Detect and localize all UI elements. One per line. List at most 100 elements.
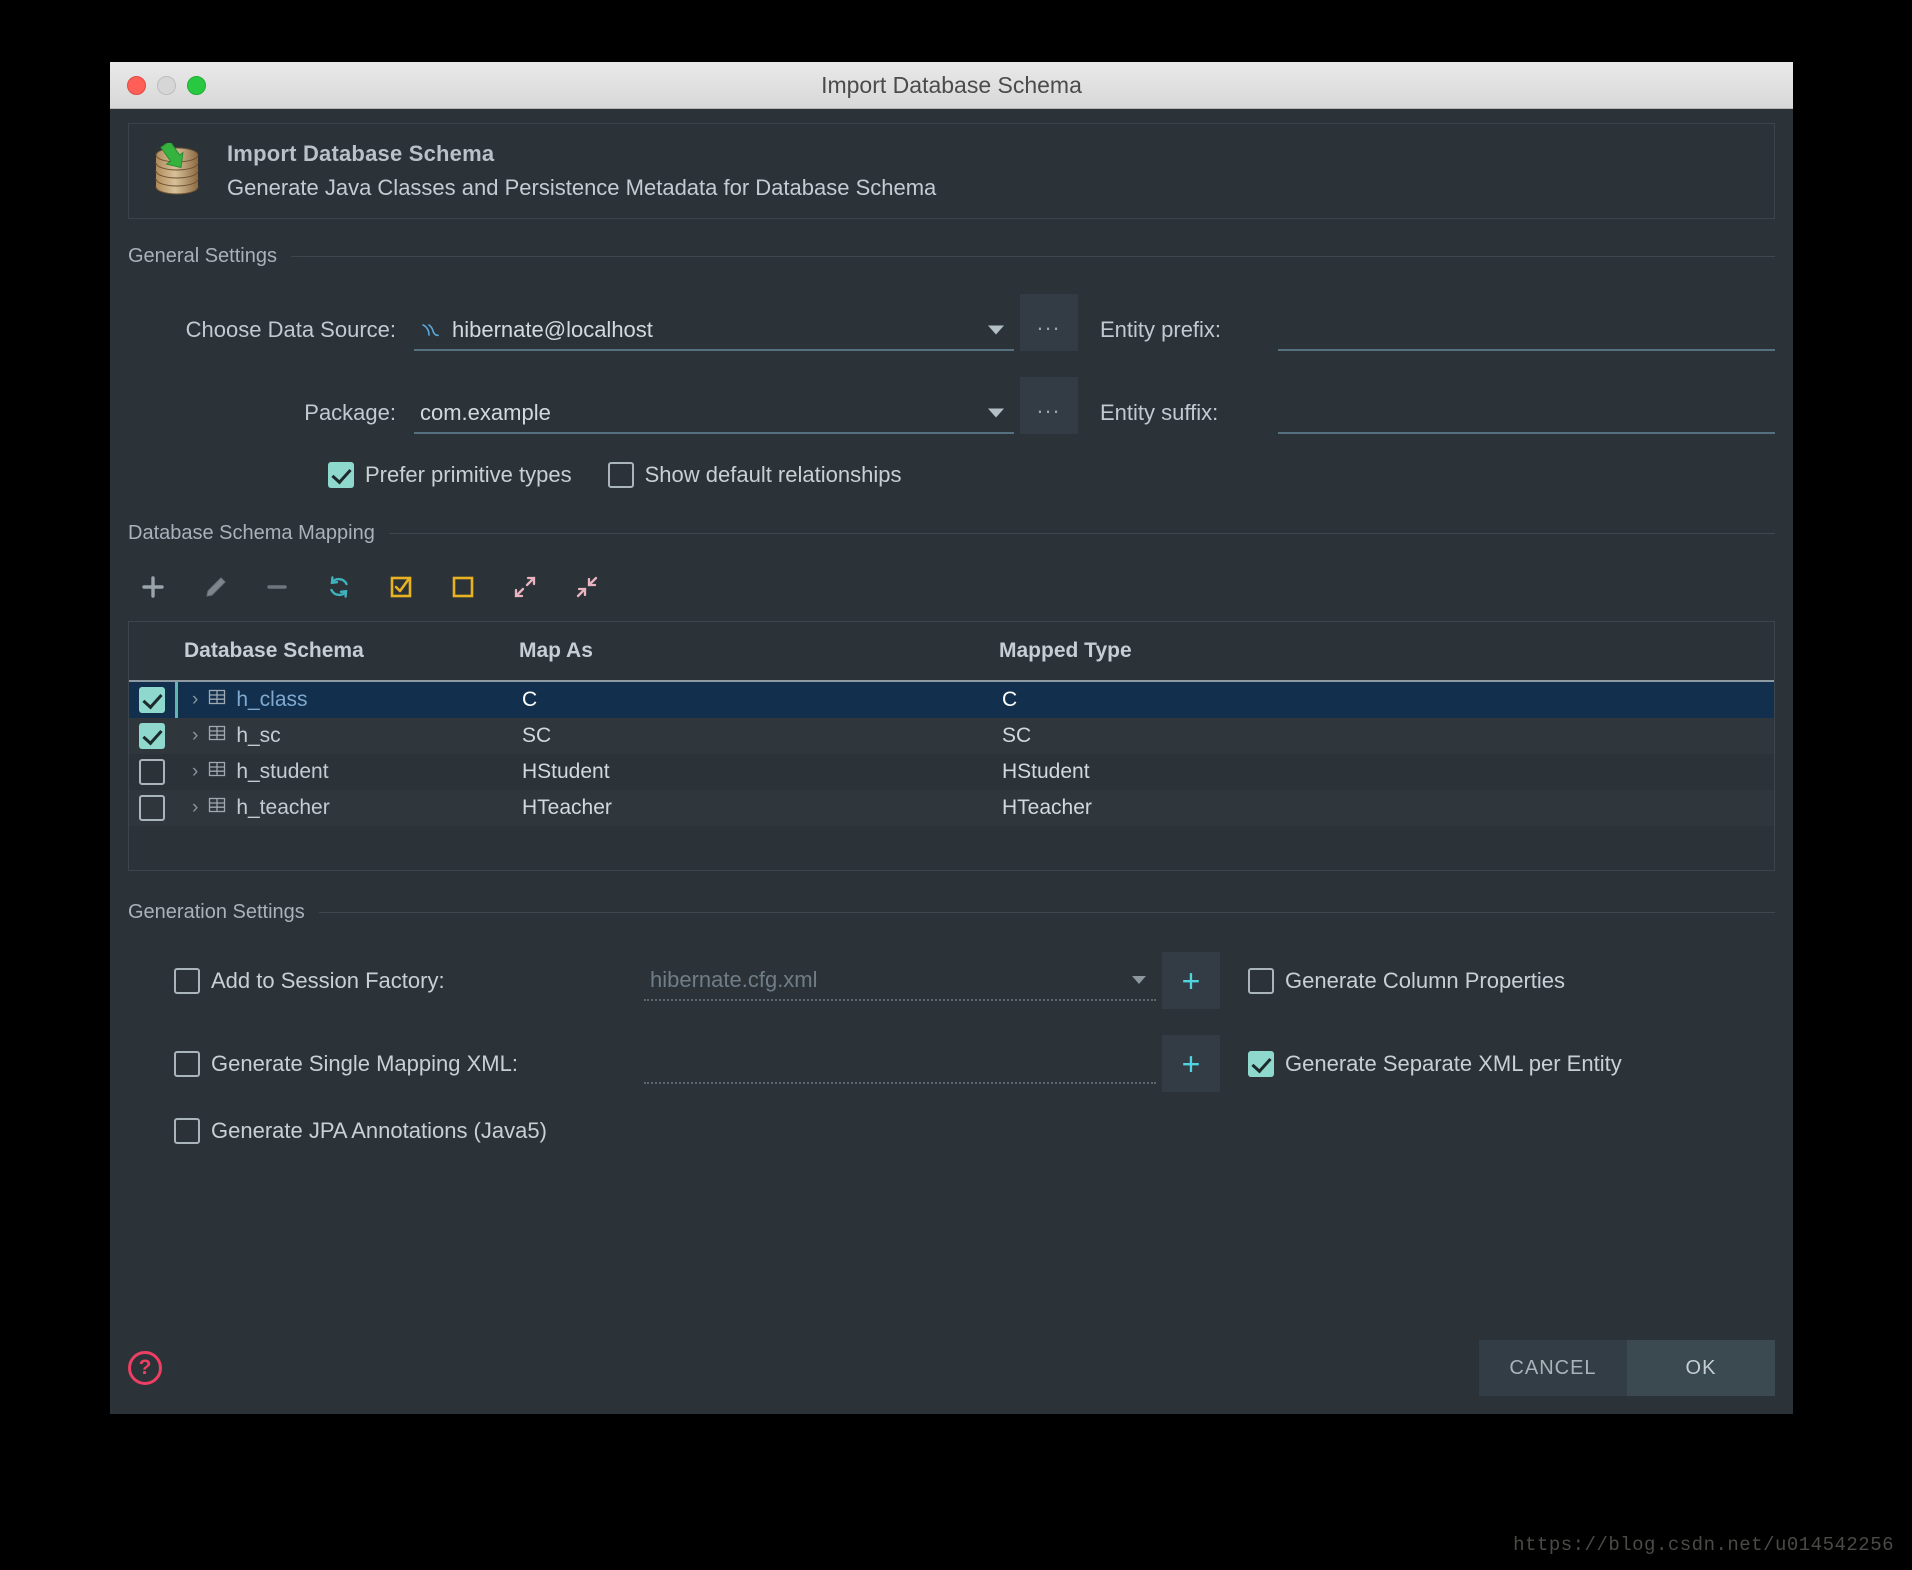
entity-prefix-input[interactable] [1278, 311, 1775, 351]
add-to-session-factory-checkbox[interactable]: Add to Session Factory: [174, 967, 644, 994]
entity-prefix-label: Entity prefix: [1100, 317, 1222, 342]
generate-jpa-annotations-checkbox[interactable]: Generate JPA Annotations (Java5) [174, 1118, 547, 1144]
generation-settings-header: Generation Settings [128, 901, 1775, 924]
package-browse-button[interactable]: ... [1020, 377, 1078, 434]
checkbox-checked-icon [139, 723, 165, 749]
dialog-content: Import Database Schema Generate Java Cla… [110, 109, 1793, 1414]
prefer-primitive-types-checkbox[interactable]: Prefer primitive types [328, 462, 572, 488]
entity-suffix-input[interactable] [1278, 394, 1775, 434]
section-divider [318, 912, 1775, 913]
expand-all-icon[interactable] [508, 570, 542, 604]
column-header-mapped-type[interactable]: Mapped Type [999, 639, 1774, 663]
checkbox-unchecked-icon [174, 1050, 200, 1077]
add-icon[interactable] [136, 570, 170, 604]
general-checkbox-row: Prefer primitive types Show default rela… [128, 462, 1775, 488]
schema-table: Database Schema Map As Mapped Type › h_c… [128, 621, 1775, 871]
show-default-relationships-label: Show default relationships [644, 462, 902, 487]
single-mapping-xml-add-button[interactable]: + [1162, 1035, 1220, 1092]
row-map-as: SC [522, 724, 552, 747]
minimize-button[interactable] [157, 75, 176, 95]
help-icon[interactable]: ? [128, 1351, 162, 1385]
refresh-icon[interactable] [322, 570, 356, 604]
dialog-window: Import Database Schema Import Database S… [110, 62, 1793, 1414]
package-select[interactable]: com.example [414, 394, 1014, 434]
row-mapped-type: HTeacher [1002, 796, 1092, 819]
jpa-annotations-row: Generate JPA Annotations (Java5) [128, 1118, 1775, 1144]
chevron-right-icon[interactable]: › [192, 761, 198, 783]
checkbox-unchecked-icon [139, 795, 165, 821]
ok-button[interactable]: OK [1627, 1340, 1775, 1396]
edit-pencil-icon[interactable] [198, 570, 232, 604]
close-button[interactable] [127, 75, 146, 95]
row-checkbox[interactable] [129, 759, 175, 785]
package-row: Package: com.example ... Entity suffix: [128, 377, 1775, 434]
single-mapping-xml-row: Generate Single Mapping XML: + Generate … [128, 1035, 1775, 1092]
chevron-down-icon [1132, 975, 1146, 984]
table-grid-icon [207, 759, 227, 785]
row-map-as: HStudent [522, 760, 610, 783]
session-factory-select[interactable]: hibernate.cfg.xml [644, 961, 1156, 1001]
row-schema-cell: › h_sc [178, 723, 522, 749]
table-grid-icon [207, 795, 227, 821]
dialog-banner: Import Database Schema Generate Java Cla… [128, 123, 1775, 219]
checkbox-unchecked-icon [174, 967, 200, 994]
row-checkbox[interactable] [129, 723, 175, 749]
chevron-right-icon[interactable]: › [192, 689, 198, 711]
generate-single-mapping-xml-label: Generate Single Mapping XML: [211, 1050, 518, 1076]
row-schema-name: h_student [236, 760, 329, 783]
chevron-right-icon[interactable]: › [192, 725, 198, 747]
general-settings-section: General Settings Choose Data Source: hib… [128, 245, 1775, 488]
session-factory-add-button[interactable]: + [1162, 952, 1220, 1009]
checkbox-checked-icon [328, 462, 354, 488]
row-map-as: C [522, 688, 538, 711]
window-title: Import Database Schema [821, 71, 1082, 98]
row-schema-cell: › h_student [178, 759, 522, 785]
row-map-as: HTeacher [522, 796, 612, 819]
remove-icon[interactable] [260, 570, 294, 604]
column-header-map-as[interactable]: Map As [519, 639, 999, 663]
collapse-all-icon[interactable] [570, 570, 604, 604]
row-checkbox[interactable] [129, 687, 175, 713]
table-row[interactable]: › h_sc SC SC [129, 718, 1774, 754]
show-default-relationships-checkbox[interactable]: Show default relationships [607, 462, 902, 488]
chevron-right-icon[interactable]: › [192, 797, 198, 819]
banner-title: Import Database Schema [227, 141, 495, 166]
generate-separate-xml-per-entity-checkbox[interactable]: Generate Separate XML per Entity [1248, 1050, 1622, 1077]
section-divider [388, 533, 1775, 534]
chevron-down-icon [988, 408, 1004, 418]
table-row[interactable]: › h_class C C [129, 682, 1774, 718]
generate-column-properties-checkbox[interactable]: Generate Column Properties [1248, 967, 1566, 994]
general-settings-header: General Settings [128, 245, 1775, 268]
row-mapped-type: C [1002, 688, 1018, 711]
general-settings-label: General Settings [128, 245, 277, 267]
data-source-select[interactable]: hibernate@localhost [414, 311, 1014, 351]
single-mapping-xml-input[interactable] [644, 1044, 1156, 1084]
select-all-icon[interactable] [384, 570, 418, 604]
window-controls [127, 75, 206, 95]
generation-settings-section: Generation Settings Add to Session Facto… [128, 901, 1775, 1144]
generation-settings-label: Generation Settings [128, 901, 305, 923]
session-factory-value: hibernate.cfg.xml [650, 966, 818, 992]
row-schema-cell: › h_class [178, 687, 522, 713]
generate-jpa-annotations-label: Generate JPA Annotations (Java5) [211, 1118, 547, 1143]
cancel-button[interactable]: CANCEL [1479, 1340, 1627, 1396]
table-grid-icon [207, 687, 227, 713]
dialog-footer: ? CANCEL OK [128, 1340, 1775, 1396]
maximize-button[interactable] [187, 75, 206, 95]
data-source-browse-button[interactable]: ... [1020, 294, 1078, 351]
table-row[interactable]: › h_student HStudent HStudent [129, 754, 1774, 790]
data-source-row: Choose Data Source: hibernate@localhost … [128, 294, 1775, 351]
table-row[interactable]: › h_teacher HTeacher HTeacher [129, 790, 1774, 826]
column-header-database-schema[interactable]: Database Schema [129, 639, 519, 663]
deselect-all-icon[interactable] [446, 570, 480, 604]
schema-toolbar [128, 561, 1775, 613]
checkbox-checked-icon [1248, 1050, 1274, 1077]
generate-single-mapping-xml-checkbox[interactable]: Generate Single Mapping XML: [174, 1050, 644, 1077]
package-label: Package: [304, 400, 396, 425]
schema-mapping-section: Database Schema Mapping Database Schema … [128, 522, 1775, 871]
table-header-row: Database Schema Map As Mapped Type [129, 622, 1774, 682]
row-schema-cell: › h_teacher [178, 795, 522, 821]
generate-column-properties-label: Generate Column Properties [1285, 967, 1566, 993]
row-mapped-type: HStudent [1002, 760, 1090, 783]
row-checkbox[interactable] [129, 795, 175, 821]
